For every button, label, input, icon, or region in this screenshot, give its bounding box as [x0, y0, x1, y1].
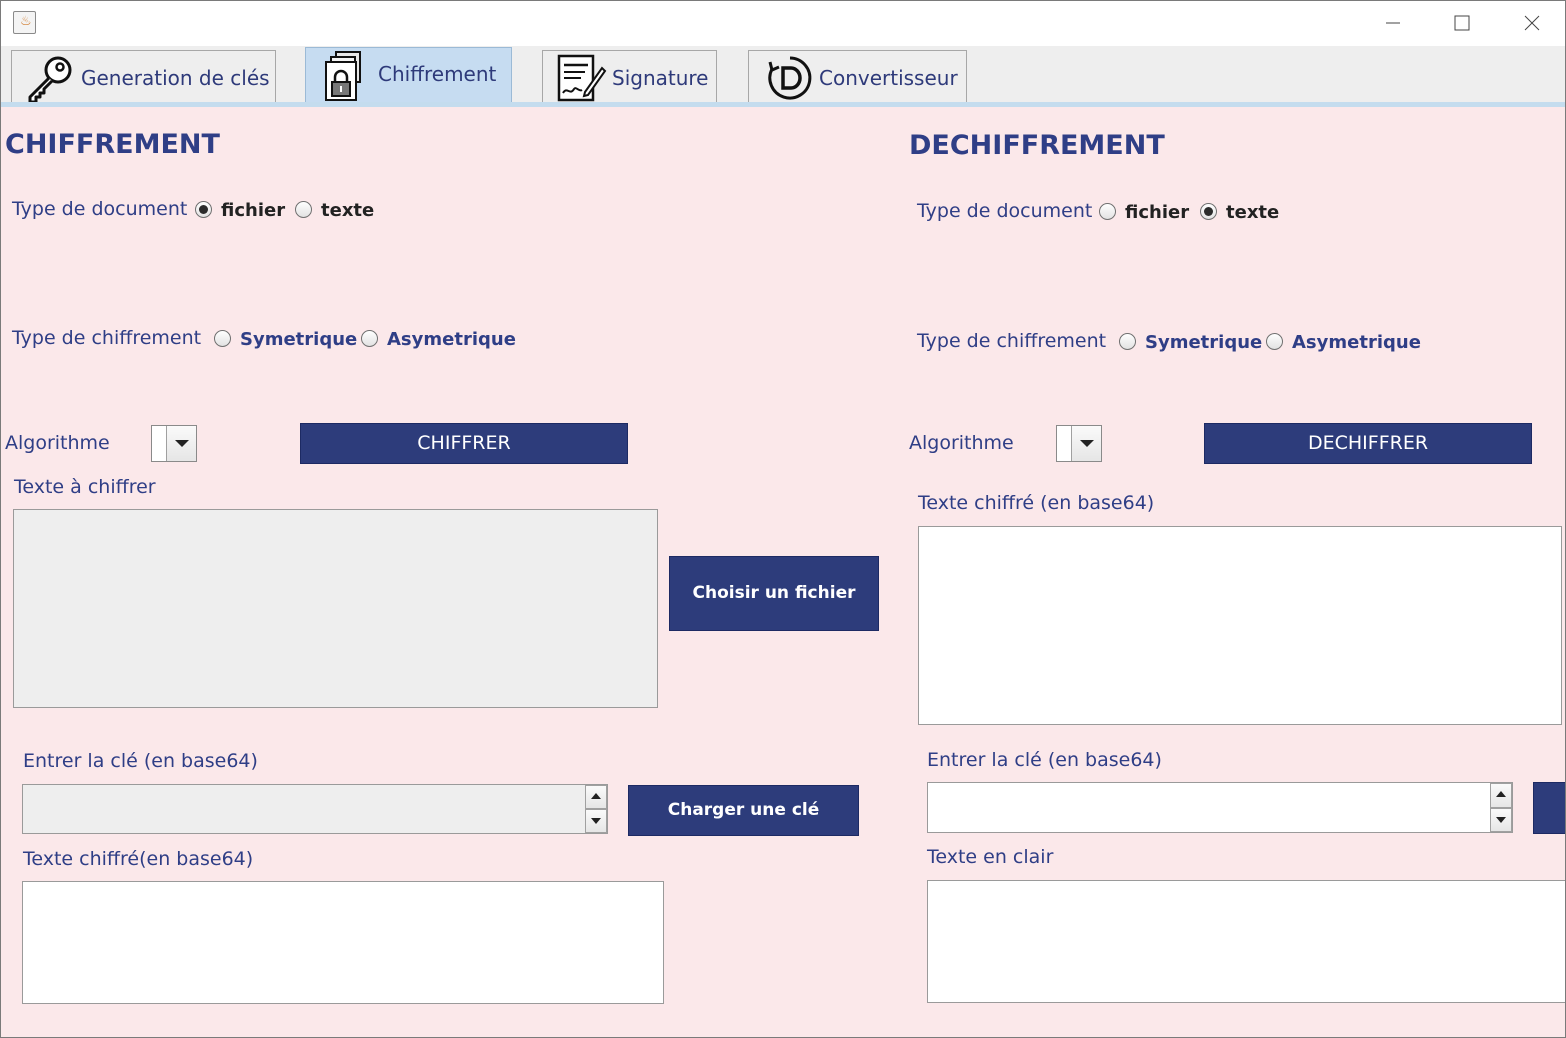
scroll-down-icon[interactable]	[585, 809, 607, 833]
decrypt-algorithm-label: Algorithme	[909, 432, 1014, 454]
decrypt-doc-fichier-radio[interactable]	[1099, 203, 1116, 220]
close-button[interactable]	[1508, 5, 1554, 41]
decrypt-asymetrique-label: Asymetrique	[1292, 332, 1421, 353]
encrypt-algorithm-select[interactable]	[151, 425, 197, 462]
application-window: ♨ Generation de clés Chiffrement Signatu…	[0, 0, 1566, 1038]
tab-content-border	[1, 102, 1565, 107]
tab-generation-de-cles[interactable]: Generation de clés	[11, 50, 276, 104]
encrypt-input-textarea[interactable]	[13, 509, 658, 708]
tab-label: Signature	[612, 66, 709, 90]
decrypt-key-field[interactable]	[927, 782, 1513, 833]
scroll-up-icon[interactable]	[585, 785, 607, 809]
encrypt-algorithm-label: Algorithme	[5, 432, 110, 454]
title-bar: ♨	[1, 1, 1565, 46]
decrypt-doc-texte-label: texte	[1226, 202, 1280, 223]
decrypt-key-label: Entrer la clé (en base64)	[927, 749, 1162, 771]
tab-label: Generation de clés	[81, 66, 270, 90]
encrypt-doc-fichier-radio[interactable]	[195, 201, 212, 218]
load-key-button[interactable]: Charger une clé	[628, 785, 859, 836]
decrypt-asymetrique-radio[interactable]	[1266, 333, 1283, 350]
chevron-down-icon	[1071, 426, 1101, 461]
encrypt-output-label: Texte chiffré(en base64)	[23, 848, 254, 870]
dechiffrer-button[interactable]: DECHIFFRER	[1204, 423, 1532, 464]
encrypt-key-field[interactable]	[22, 784, 608, 834]
decrypt-key-scroll[interactable]	[1490, 783, 1512, 832]
chiffrer-button[interactable]: CHIFFRER	[300, 423, 628, 464]
encrypt-symetrique-radio[interactable]	[214, 330, 231, 347]
encrypt-cipher-type-label: Type de chiffrement	[12, 327, 202, 349]
decrypt-input-textarea[interactable]	[918, 526, 1562, 725]
scroll-up-icon[interactable]	[1490, 783, 1512, 808]
decrypt-doc-texte-radio[interactable]	[1200, 203, 1217, 220]
locked-documents-icon	[325, 51, 361, 101]
tab-label: Convertisseur	[819, 66, 958, 90]
tab-chiffrement[interactable]: Chiffrement	[305, 47, 512, 104]
decrypt-symetrique-label: Symetrique	[1145, 332, 1263, 353]
encrypt-doc-fichier-label: fichier	[221, 200, 286, 221]
encrypt-output-textarea[interactable]	[22, 881, 664, 1004]
decrypt-doc-type-label: Type de document	[917, 200, 1093, 222]
scroll-down-icon[interactable]	[1490, 807, 1512, 832]
decrypt-output-textarea[interactable]	[927, 880, 1565, 1003]
encrypt-asymetrique-radio[interactable]	[361, 330, 378, 347]
encrypt-heading: CHIFFREMENT	[5, 129, 220, 160]
encrypt-doc-texte-label: texte	[321, 200, 375, 221]
encrypt-input-label: Texte à chiffrer	[14, 476, 156, 498]
tab-convertisseur[interactable]: Convertisseur	[748, 50, 967, 104]
tab-signature[interactable]: Signature	[542, 50, 717, 104]
decrypt-load-key-button[interactable]	[1533, 782, 1565, 834]
decrypt-cipher-type-label: Type de chiffrement	[917, 330, 1107, 352]
encrypt-doc-texte-radio[interactable]	[295, 201, 312, 218]
minimize-icon	[1386, 22, 1400, 24]
java-cup-icon: ♨	[13, 11, 36, 34]
encrypt-doc-type-label: Type de document	[12, 198, 188, 220]
choose-file-button[interactable]: Choisir un fichier	[669, 556, 879, 631]
encrypt-asymetrique-label: Asymetrique	[387, 329, 516, 350]
decrypt-doc-fichier-label: fichier	[1125, 202, 1190, 223]
tab-label: Chiffrement	[378, 62, 497, 86]
maximize-button[interactable]	[1438, 5, 1484, 41]
minimize-button[interactable]	[1369, 5, 1415, 41]
encrypt-symetrique-label: Symetrique	[240, 329, 358, 350]
encrypt-key-scroll[interactable]	[585, 785, 607, 833]
convert-d-icon	[768, 56, 812, 100]
key-icon	[28, 56, 72, 104]
tab-strip: Generation de clés Chiffrement Signature…	[1, 46, 1565, 104]
decrypt-heading: DECHIFFREMENT	[909, 130, 1165, 161]
close-icon	[1524, 15, 1540, 31]
signed-document-icon	[557, 54, 607, 102]
encrypt-key-label: Entrer la clé (en base64)	[23, 750, 258, 772]
decrypt-symetrique-radio[interactable]	[1119, 333, 1136, 350]
chevron-down-icon	[166, 426, 196, 461]
maximize-icon	[1454, 15, 1470, 31]
decrypt-input-label: Texte chiffré (en base64)	[918, 492, 1155, 514]
decrypt-output-label: Texte en clair	[927, 846, 1054, 868]
decrypt-algorithm-select[interactable]	[1056, 425, 1102, 462]
